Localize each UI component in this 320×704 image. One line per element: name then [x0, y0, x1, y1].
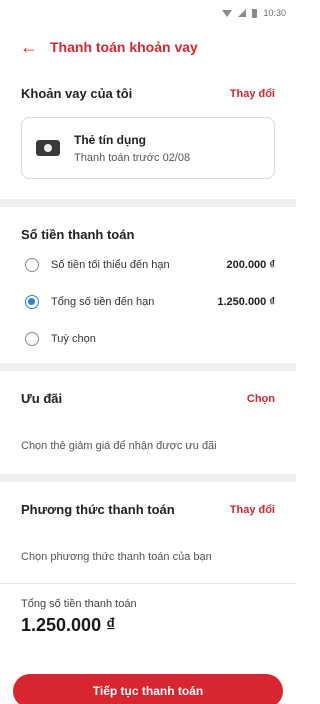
section-divider — [0, 474, 296, 482]
amount-option-minimum[interactable]: Số tiền tối thiểu đến hạn 200.000 ₫ — [21, 246, 275, 283]
continue-payment-button[interactable]: Tiếp tục thanh toán — [13, 674, 283, 704]
offers-section: Ưu đãi Chọn Chọn thẻ giảm giá để nhận đư… — [0, 371, 296, 474]
amount-option-value: 1.250.000 ₫ — [217, 295, 275, 308]
app-bar: ← Thanh toán khoản vay — [0, 26, 296, 68]
loan-section-title: Khoản vay của tôi — [21, 86, 133, 101]
total-amount: 1.250.000 ₫ — [21, 615, 116, 635]
status-bar: 10:30 — [0, 0, 296, 26]
payment-method-hint[interactable]: Chọn phương thức thanh toán của bạn — [21, 551, 275, 563]
payment-method-title: Phương thức thanh toán — [21, 502, 175, 517]
amount-option-label: Tuỳ chọn — [51, 332, 96, 345]
offers-hint[interactable]: Chọn thẻ giảm giá để nhận được ưu đãi — [21, 440, 275, 452]
signal-icon — [238, 9, 247, 17]
choose-offer-button[interactable]: Chọn — [247, 393, 275, 405]
loan-card[interactable]: Thẻ tín dụng Thanh toán trước 02/08 — [21, 117, 275, 179]
radio-button[interactable] — [25, 331, 39, 346]
amount-option-label: Số tiền tối thiểu đến hạn — [51, 258, 170, 271]
arrow-left-icon[interactable]: ← — [20, 38, 38, 56]
payment-method-section: Phương thức thanh toán Thay đổi Chọn phư… — [0, 482, 296, 583]
amount-option-label: Tổng số tiền đến hạn — [51, 295, 155, 308]
change-loan-button[interactable]: Thay đổi — [230, 88, 275, 100]
loan-section: Khoản vay của tôi Thay đổi Thẻ tín dụng … — [0, 68, 296, 199]
amount-option-custom[interactable]: Tuỳ chọn — [21, 320, 275, 357]
credit-card-icon — [36, 140, 60, 156]
total-label: Tổng số tiền thanh toán — [21, 598, 137, 610]
battery-icon — [252, 8, 258, 18]
status-time: 10:30 — [263, 8, 286, 18]
section-divider — [0, 363, 296, 371]
radio-button-selected[interactable] — [25, 294, 39, 309]
amount-option-total[interactable]: Tổng số tiền đến hạn 1.250.000 ₫ — [21, 283, 275, 320]
total-footer: Tổng số tiền thanh toán 1.250.000 ₫ — [0, 583, 296, 636]
amount-option-value: 200.000 ₫ — [226, 258, 275, 271]
card-name: Thẻ tín dụng — [74, 132, 146, 147]
payment-amount-section: Số tiền thanh toán Số tiền tối thiểu đến… — [0, 207, 296, 363]
card-due-date: Thanh toán trước 02/08 — [74, 151, 191, 164]
wifi-icon — [222, 9, 233, 17]
page-title: Thanh toán khoản vay — [50, 39, 198, 55]
radio-button[interactable] — [25, 257, 39, 272]
change-payment-method-button[interactable]: Thay đổi — [230, 504, 275, 516]
offers-title: Ưu đãi — [21, 391, 63, 406]
section-divider — [0, 199, 296, 207]
payment-amount-title: Số tiền thanh toán — [21, 227, 135, 242]
